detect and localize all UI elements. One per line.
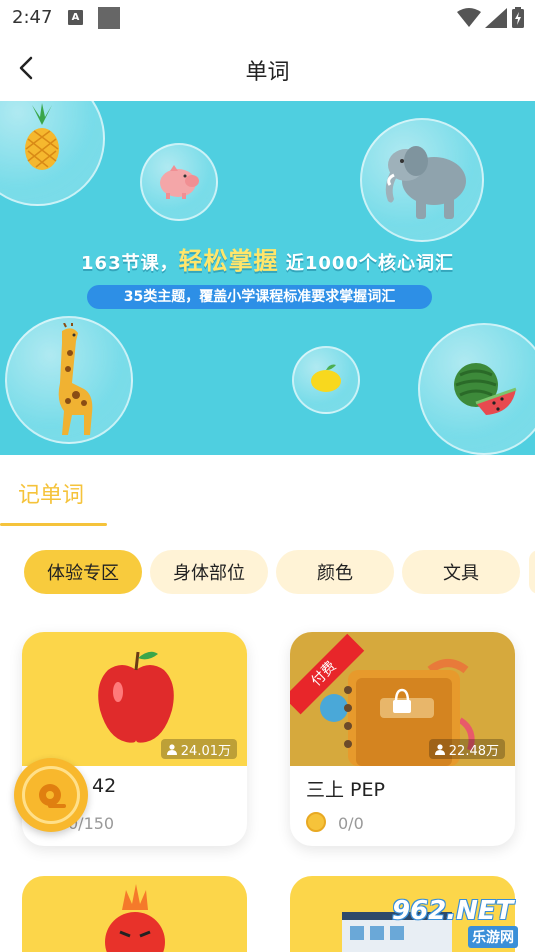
pig-icon [160,165,199,199]
site-watermark: 962.NET 乐游网 [392,896,532,950]
pineapple-icon [25,103,59,170]
tab-underline [0,523,107,526]
status-bar: 2:47 A [0,0,535,36]
lemon-icon [311,364,341,392]
angry-face-icon [105,884,165,952]
card-image: 付费 22.48万 [290,632,515,766]
card-title: 42 [92,775,117,797]
app-bar: 单词 [0,36,535,101]
view-count-text: 22.48万 [448,743,499,759]
category-chip-more[interactable] [529,550,535,594]
headline-highlight: 轻松掌握 [178,247,279,275]
view-count: 24.01万 [160,739,237,759]
watermark-sub: 乐游网 [468,926,518,948]
speaker-icon [39,784,66,808]
word-card-2[interactable]: 付费 22.48万 三上 PEP 0/0 [290,632,515,846]
category-chip-body-parts[interactable]: 身体部位 [150,550,268,594]
category-chip-stationery[interactable]: 文具 [402,550,520,594]
fab-ring [22,766,80,824]
notification-a-icon: A [68,10,83,25]
promo-banner[interactable]: 163节课，轻松掌握 近1000个核心词汇 35类主题，覆盖小学课程标准要求掌握… [0,101,535,455]
card-progress: 0/0 [338,814,364,833]
card-title: 三上 PEP [306,779,385,801]
coin-icon [306,812,326,832]
banner-subline: 35类主题，覆盖小学课程标准要求掌握词汇 [87,285,432,309]
audio-float-button[interactable] [14,758,88,832]
headline-prefix: 163节课， [81,253,179,274]
view-count-text: 24.01万 [180,743,231,759]
person-icon [434,743,445,755]
watermelon-icon [454,363,517,415]
battery-icon [512,7,524,28]
status-time: 2:47 [12,7,53,28]
wifi-icon [457,8,481,27]
category-chip-colors[interactable]: 颜色 [276,550,394,594]
card-image: 24.01万 [22,632,247,766]
page-title: 单词 [245,60,290,85]
signal-icon [485,8,507,28]
watermark-brand: 962.NET [392,896,514,926]
elephant-icon [385,146,466,219]
view-count: 22.48万 [428,739,505,759]
tab-remember-words[interactable]: 记单词 [18,477,84,509]
person-icon [166,743,177,755]
headline-suffix: 近1000个核心词汇 [285,253,454,274]
giraffe-icon [58,323,93,435]
apple-icon [98,651,174,743]
category-chips: 体验专区 身体部位 颜色 文具 [24,550,520,594]
notification-square-icon [98,7,120,29]
category-chip-trial[interactable]: 体验专区 [24,550,142,594]
banner-headline: 163节课，轻松掌握 近1000个核心词汇 [0,241,535,276]
word-card-3[interactable] [22,876,247,952]
system-icons [457,7,525,29]
